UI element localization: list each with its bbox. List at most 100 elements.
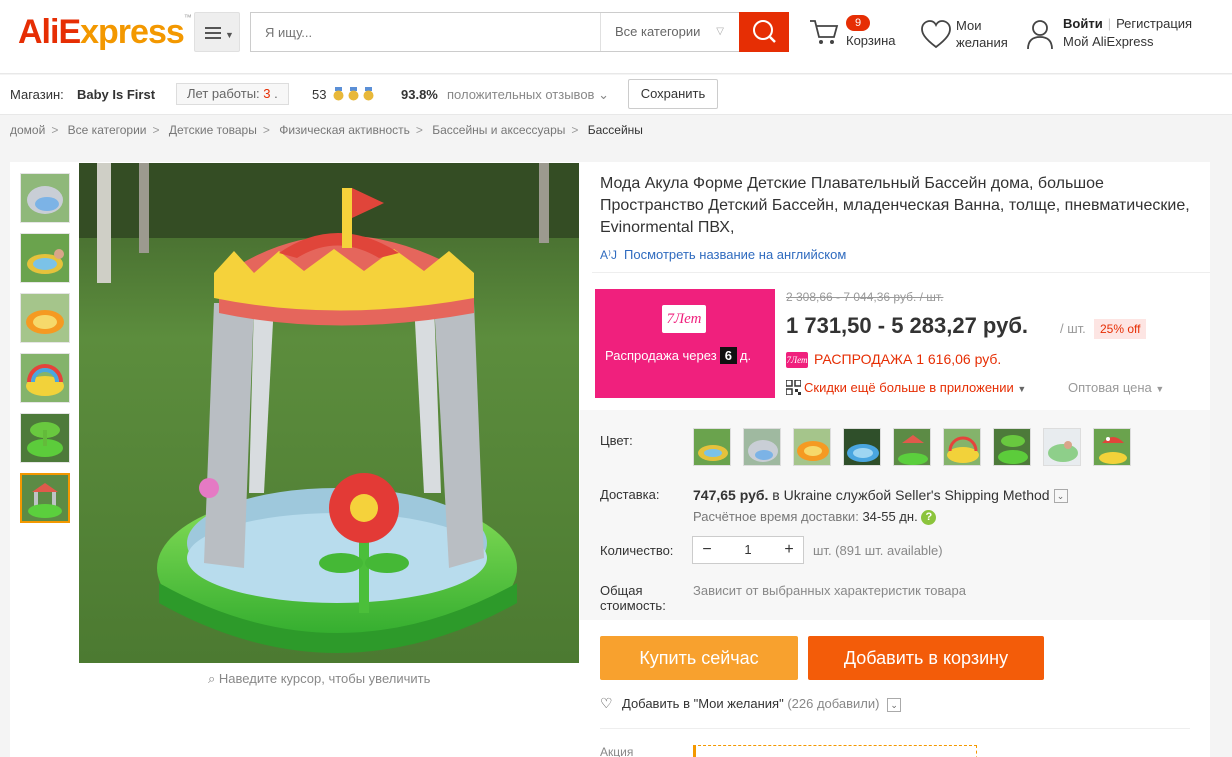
search-bar: Все категории▽ [250,12,789,52]
thumbnail-selected[interactable] [20,473,70,523]
color-swatch[interactable] [843,428,881,466]
color-swatch[interactable] [1093,428,1131,466]
magnifier-icon: ⌕ [208,671,216,686]
cart-link[interactable]: 9 Корзина [808,15,908,55]
save-store-button[interactable]: Сохранить [628,79,718,109]
color-swatch[interactable] [693,428,731,466]
chevron-down-icon: ▽ [716,26,724,37]
color-swatch[interactable] [893,428,931,466]
sale-tag-icon: 7Лет [786,352,808,368]
color-label: Цвет: [600,433,633,448]
delivery-estimate: Расчётное время доставки: 34-55 дн. ? [693,509,937,526]
header: AliExpress™ ▼ Все категории▽ 9 Корзина М… [0,0,1232,74]
shipping-dropdown-button[interactable]: ⌄ [1053,489,1068,504]
caret-down-icon: ▼ [225,30,234,40]
quantity-input[interactable]: 1 [721,537,775,563]
sale-countdown-text: Распродажа через 6 д. [605,347,752,364]
qr-code-icon [786,380,801,395]
promotion-label: Акция [600,745,634,757]
anniversary-tag: 7Лет [662,305,706,333]
my-aliexpress-link[interactable]: Мой AliExpress [1063,34,1154,49]
breadcrumb-item[interactable]: Детские товары [169,123,257,137]
heart-icon [921,20,951,49]
increase-quantity-button[interactable]: + [775,537,803,563]
breadcrumb-item[interactable]: Бассейны и аксессуары [432,123,565,137]
quantity-stepper: − 1 + [692,536,804,564]
thumbnail[interactable] [20,293,70,343]
delivery-info: 747,65 руб. в Ukraine службой Seller's S… [693,487,1068,504]
sale-price: РАСПРОДАЖА 1 616,06 руб. [814,351,1002,367]
thumbnail[interactable] [20,233,70,283]
thumbnail[interactable] [20,173,70,223]
breadcrumb-item[interactable]: Все категории [68,123,147,137]
register-link[interactable]: Регистрация [1116,16,1192,31]
product-main-image[interactable] [79,163,579,663]
caret-down-icon: ▼ [1017,384,1027,394]
cart-count-badge: 9 [846,15,870,31]
quantity-label: Количество: [600,543,674,558]
color-swatch[interactable] [993,428,1031,466]
medal-icon [333,87,344,101]
chevron-down-icon: ⌄ [598,87,609,102]
store-name[interactable]: Baby Is First [77,87,155,102]
medal-icon [348,87,359,101]
quantity-available: шт. (891 шт. available) [813,543,943,558]
positive-feedback-dropdown[interactable]: положительных отзывов ⌄ [447,87,609,103]
wishlist-link[interactable]: Мои желания [920,15,1020,55]
divider [600,728,1190,729]
product-photo [79,163,579,663]
app-discount-dropdown[interactable]: Скидки ещё больше в приложении ▼ [804,380,1026,395]
aliexpress-logo[interactable]: AliExpress™ [18,13,192,52]
promotion-box [693,745,977,757]
breadcrumb-item[interactable]: домой [10,123,45,137]
sale-countdown-banner: 7Лет Распродажа через 6 д. [595,289,775,398]
user-icon [1027,20,1053,50]
total-label: Общая стоимость: [600,583,666,613]
categories-menu-button[interactable]: ▼ [194,12,240,52]
medal-icon [363,87,374,101]
search-icon [753,20,776,43]
current-price: 1 731,50 - 5 283,27 руб. [786,313,1029,338]
old-price: 2 308,66 - 7 044,36 руб. / шт. [786,290,944,304]
color-swatch[interactable] [1043,428,1081,466]
total-value: Зависит от выбранных характеристик товар… [693,583,966,598]
caret-down-icon: ▼ [1155,384,1165,394]
chevron-down-icon[interactable]: ⌄ [887,697,902,712]
hamburger-icon [205,27,221,29]
product-title: Мода Акула Форме Детские Плавательный Ба… [600,175,1190,236]
login-link[interactable]: Войти [1063,16,1103,31]
view-english-title-link[interactable]: A⁾J Посмотреть название на английском [600,247,846,262]
add-to-wishlist-link[interactable]: ♡ Добавить в "Мои желания" (226 добавили)… [600,695,902,712]
search-button[interactable] [739,12,789,52]
divider [592,272,1210,273]
wishlist-label: Мои [956,18,982,33]
search-input[interactable] [251,13,599,51]
breadcrumb-current: Бассейны [587,123,643,137]
thumbnail[interactable] [20,413,70,463]
breadcrumb-item[interactable]: Физическая активность [279,123,410,137]
heart-plus-icon: ♡ [600,695,613,711]
color-swatch[interactable] [743,428,781,466]
breadcrumb: домой > Все категории > Детские товары > Фи… [10,123,643,137]
zoom-hint: ⌕ Наведите курсор, чтобы увеличить [208,671,431,686]
color-swatch[interactable] [943,428,981,466]
color-swatch[interactable] [793,428,831,466]
thumbnail[interactable] [20,353,70,403]
decrease-quantity-button[interactable]: − [693,537,721,563]
category-select[interactable]: Все категории ▽ [600,13,738,51]
store-bar: Магазин: Baby Is First Лет работы: 3 . 5… [0,75,1232,115]
account-area: Войти | Регистрация Мой AliExpress [1026,15,1226,55]
positive-feedback-percent: 93.8% [401,87,438,102]
discount-badge: 25% off [1094,319,1147,339]
translate-icon: A⁾J [600,248,617,262]
buy-now-button[interactable]: Купить сейчас [600,636,798,680]
add-to-cart-button[interactable]: Добавить в корзину [808,636,1044,680]
wholesale-price-dropdown[interactable]: Оптовая цена ▼ [1068,380,1164,395]
store-score: 53 [312,87,327,102]
store-label: Магазин: [10,87,64,102]
cart-label: Корзина [846,33,896,48]
help-icon[interactable]: ? [921,510,937,526]
price-unit: / шт. [1060,321,1086,336]
store-years: Лет работы: 3 . [176,83,289,105]
cart-icon [810,20,839,44]
